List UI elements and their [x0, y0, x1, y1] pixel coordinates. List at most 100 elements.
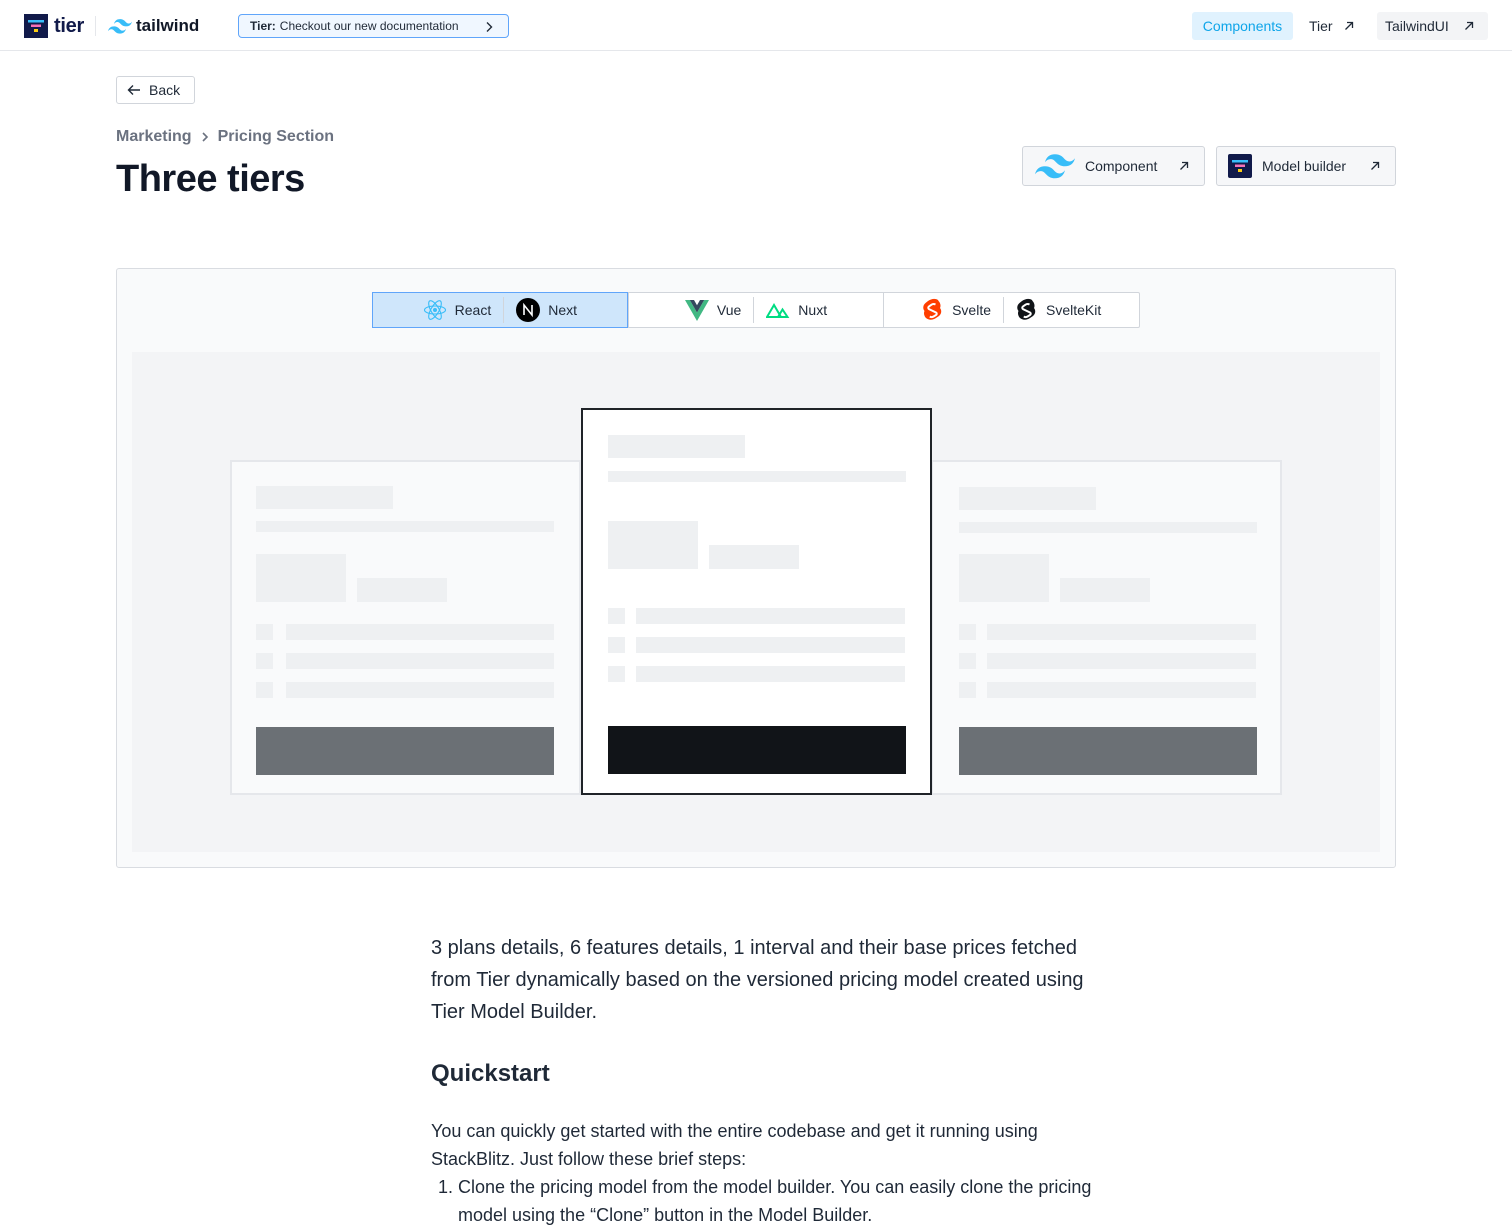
tailwind-logo-icon: [108, 18, 132, 34]
chevron-right-icon: [202, 132, 208, 142]
skeleton-interval: [709, 545, 799, 569]
nuxt-icon: [766, 303, 790, 318]
skeleton-title: [959, 487, 1096, 510]
tier-logo-icon: [24, 14, 48, 38]
nav-link-tier[interactable]: Tier: [1303, 12, 1361, 40]
announcement-text: Checkout our new documentation: [279, 19, 459, 33]
framework-tab-nuxt-label: Nuxt: [798, 302, 828, 318]
skeleton-check: [608, 608, 625, 624]
framework-tab-react[interactable]: React: [411, 299, 504, 321]
react-icon: [423, 300, 446, 320]
skeleton-feature: [286, 624, 554, 640]
skeleton-price: [256, 554, 346, 602]
tailwind-logo-text: tailwind: [136, 16, 200, 35]
skeleton-interval: [1060, 578, 1150, 602]
tailwind-logo[interactable]: tailwind: [108, 14, 199, 38]
skeleton-price: [959, 554, 1049, 602]
external-arrow-icon: [1344, 21, 1353, 30]
nav-link-tailwindui-label: TailwindUI: [1385, 18, 1449, 34]
breadcrumb-item-pricing-section[interactable]: Pricing Section: [218, 128, 334, 146]
skeleton-check: [256, 653, 273, 669]
component-description: 3 plans details, 6 features details, 1 i…: [431, 937, 1084, 1023]
skeleton-cta-button: [959, 727, 1257, 775]
external-arrow-icon: [1180, 161, 1189, 170]
skeleton-subtitle: [256, 521, 554, 532]
skeleton-feature: [636, 608, 905, 624]
sveltekit-icon: [1017, 298, 1036, 320]
skeleton-feature: [636, 637, 905, 653]
back-button-label: Back: [149, 82, 181, 98]
nav-link-tier-label: Tier: [1309, 18, 1333, 34]
tailwind-icon: [1035, 153, 1075, 178]
pricing-card-skeleton-right: [931, 460, 1282, 795]
skeleton-title: [608, 435, 745, 458]
brand-divider: [95, 16, 96, 36]
nav-link-components-label: Components: [1202, 18, 1283, 34]
skeleton-feature: [286, 682, 554, 698]
framework-tabs: React Next Vue Nuxt Svelte SvelteKit: [372, 292, 1140, 328]
framework-group-vue-nuxt[interactable]: Vue Nuxt: [627, 293, 884, 327]
framework-tab-sveltekit[interactable]: SvelteKit: [1004, 298, 1113, 322]
skeleton-cta-button: [256, 727, 554, 775]
pricing-card-skeleton-left: [230, 460, 581, 795]
quickstart-step: 1. Clone the pricing model from the mode…: [438, 1177, 1092, 1225]
skeleton-check: [256, 624, 273, 640]
framework-group-react-next[interactable]: React Next: [372, 292, 628, 328]
framework-tab-next-label: Next: [548, 302, 578, 318]
skeleton-check: [959, 624, 976, 640]
top-navbar: tier tailwind Tier: Checkout our new doc…: [0, 0, 1512, 51]
breadcrumb-item-marketing[interactable]: Marketing: [116, 128, 192, 146]
skeleton-feature: [987, 624, 1256, 640]
nav-link-components[interactable]: Components: [1192, 12, 1293, 40]
framework-group-svelte-sveltekit[interactable]: Svelte SvelteKit: [883, 293, 1139, 327]
framework-tab-react-label: React: [454, 302, 492, 318]
nextjs-icon: [516, 298, 541, 322]
framework-tab-svelte-label: Svelte: [952, 302, 992, 318]
framework-tab-sveltekit-label: SvelteKit: [1046, 302, 1102, 318]
skeleton-title: [256, 486, 393, 509]
breadcrumb: Marketing Pricing Section: [116, 128, 334, 146]
skeleton-check: [608, 637, 625, 653]
vue-icon: [684, 299, 709, 321]
tier-logo-text: tier: [54, 14, 84, 37]
skeleton-subtitle: [959, 522, 1257, 533]
skeleton-interval: [357, 578, 447, 602]
skeleton-feature: [286, 653, 554, 669]
quickstart-heading: Quickstart: [431, 1060, 550, 1087]
component-preview-panel: React Next Vue Nuxt Svelte SvelteKit: [116, 268, 1396, 868]
page-title: Three tiers: [116, 158, 305, 200]
framework-tab-vue-label: Vue: [716, 302, 742, 318]
quickstart-steps: 1. Clone the pricing model from the mode…: [431, 1173, 1101, 1229]
external-arrow-icon: [1464, 21, 1473, 30]
announcement-prefix: Tier:: [250, 19, 276, 33]
skeleton-feature: [636, 666, 905, 682]
external-arrow-icon: [1371, 161, 1380, 170]
back-button[interactable]: Back: [116, 76, 195, 104]
skeleton-subtitle: [608, 471, 906, 482]
skeleton-check: [608, 666, 625, 682]
arrow-left-icon: [127, 85, 140, 95]
framework-tab-svelte[interactable]: Svelte: [910, 298, 1003, 322]
skeleton-feature: [987, 653, 1256, 669]
skeleton-check: [256, 682, 273, 698]
component-button[interactable]: Component: [1022, 146, 1205, 186]
model-builder-button[interactable]: Model builder: [1216, 146, 1396, 186]
framework-tab-vue[interactable]: Vue: [673, 299, 753, 321]
skeleton-feature: [987, 682, 1256, 698]
component-button-label: Component: [1085, 158, 1158, 174]
framework-tab-next[interactable]: Next: [504, 298, 589, 322]
quickstart-text: You can quickly get started with the ent…: [431, 1121, 1038, 1169]
skeleton-check: [959, 653, 976, 669]
skeleton-price: [608, 521, 698, 569]
announcement-banner[interactable]: Tier: Checkout our new documentation: [238, 14, 509, 38]
skeleton-cta-button: [608, 726, 906, 774]
pricing-card-skeleton-featured: [581, 408, 932, 795]
svelte-icon: [923, 298, 942, 320]
nav-link-tailwindui[interactable]: TailwindUI: [1377, 12, 1488, 40]
framework-tab-nuxt[interactable]: Nuxt: [754, 302, 839, 318]
skeleton-check: [959, 682, 976, 698]
preview-canvas: [132, 352, 1380, 852]
tier-logo-icon: [1228, 154, 1252, 178]
chevron-right-icon: [486, 22, 493, 32]
tier-logo[interactable]: tier: [24, 14, 84, 38]
